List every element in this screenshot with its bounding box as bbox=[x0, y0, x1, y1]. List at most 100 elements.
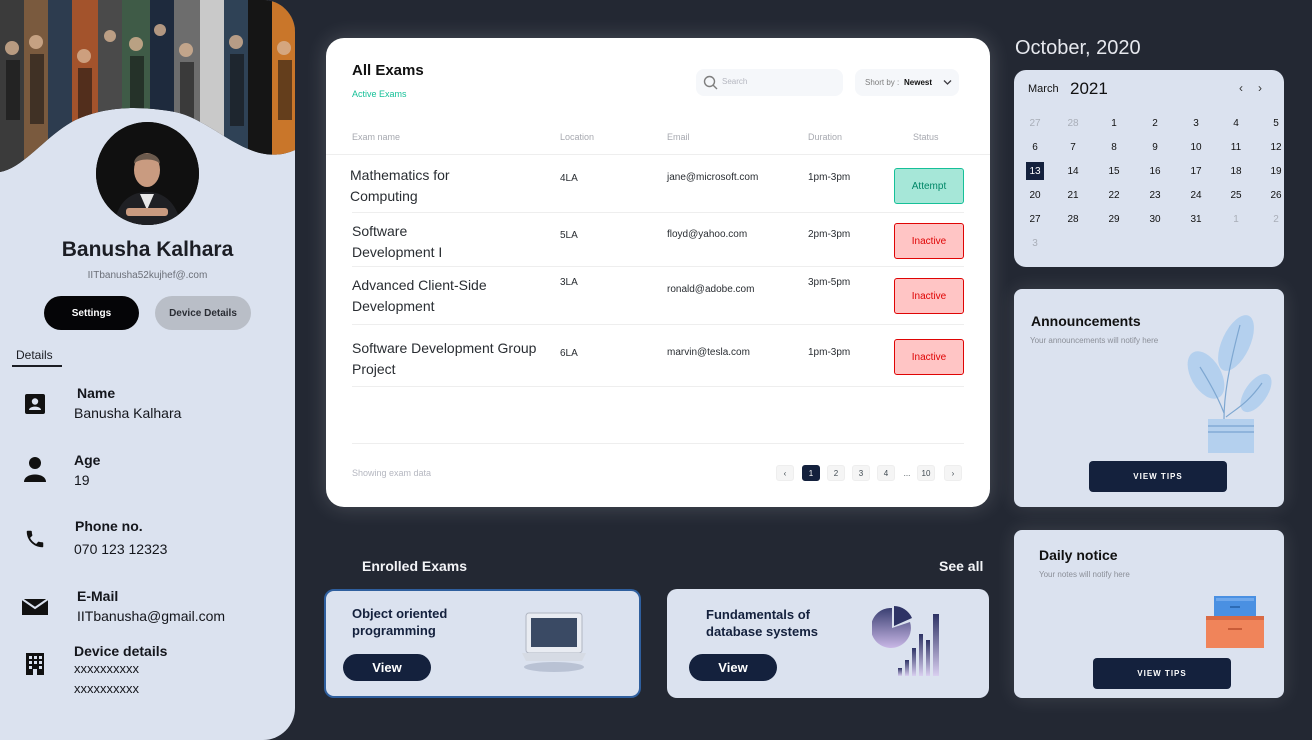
person-icon bbox=[22, 456, 48, 482]
calendar-day[interactable]: 5 bbox=[1267, 114, 1285, 132]
detail-phone-label: Phone no. bbox=[75, 518, 143, 534]
calendar-day[interactable]: 3 bbox=[1187, 114, 1205, 132]
calendar-day[interactable]: 30 bbox=[1146, 210, 1164, 228]
calendar-day[interactable]: 18 bbox=[1227, 162, 1245, 180]
exam-name: Advanced Client-Side Development bbox=[352, 277, 487, 314]
calendar-day[interactable]: 3 bbox=[1026, 234, 1044, 252]
exam-email: jane@microsoft.com bbox=[667, 172, 759, 183]
calendar-day[interactable]: 12 bbox=[1267, 138, 1285, 156]
sort-dropdown[interactable]: Short by : Newest bbox=[855, 69, 959, 96]
calendar-day[interactable]: 14 bbox=[1064, 162, 1082, 180]
pagination-page-2[interactable]: 2 bbox=[827, 465, 845, 481]
status-badge[interactable]: Inactive bbox=[894, 223, 964, 259]
calendar-day[interactable]: 2 bbox=[1146, 114, 1164, 132]
daily-notice-card: Daily notice Your notes will notify here… bbox=[1014, 530, 1284, 698]
plant-illustration bbox=[1187, 315, 1272, 453]
pagination-page-1[interactable]: 1 bbox=[802, 465, 820, 481]
course-title: Fundamentals of database systems bbox=[706, 607, 819, 639]
daily-notice-view-tips-button[interactable]: VIEW TIPS bbox=[1093, 658, 1231, 689]
daily-notice-subtitle: Your notes will notify here bbox=[1039, 570, 1130, 579]
profile-name: Banusha Kalhara bbox=[61, 238, 234, 261]
calendar-day[interactable]: 22 bbox=[1105, 186, 1123, 204]
details-tab-underline bbox=[12, 365, 62, 367]
pagination-page-3[interactable]: 3 bbox=[852, 465, 870, 481]
calendar-day[interactable]: 7 bbox=[1064, 138, 1082, 156]
device-details-button[interactable]: Device Details bbox=[155, 296, 251, 330]
course-card[interactable]: Fundamentals of database systems View bbox=[667, 589, 989, 698]
header-divider bbox=[326, 154, 990, 155]
detail-device-label: Device details bbox=[74, 643, 168, 659]
calendar-day[interactable]: 13 bbox=[1026, 162, 1044, 180]
calendar-day[interactable]: 6 bbox=[1026, 138, 1044, 156]
calendar-day[interactable]: 15 bbox=[1105, 162, 1123, 180]
calendar-day[interactable]: 23 bbox=[1146, 186, 1164, 204]
pagination-next[interactable]: › bbox=[944, 465, 962, 481]
calendar-day[interactable]: 16 bbox=[1146, 162, 1164, 180]
enrolled-exams-title: Enrolled Exams bbox=[362, 558, 468, 574]
sort-label: Short by : bbox=[865, 78, 900, 87]
calendar-prev-button[interactable]: ‹ bbox=[1239, 81, 1243, 95]
calendar-day[interactable]: 29 bbox=[1105, 210, 1123, 228]
details-tab[interactable]: Details bbox=[16, 348, 53, 362]
announcements-view-tips-button[interactable]: VIEW TIPS bbox=[1089, 461, 1227, 492]
calendar-day[interactable]: 2 bbox=[1267, 210, 1285, 228]
status-badge[interactable]: Inactive bbox=[894, 278, 964, 314]
row-divider bbox=[352, 212, 964, 213]
calendar-day[interactable]: 28 bbox=[1064, 210, 1082, 228]
detail-email: E-Mail IITbanusha@gmail.com bbox=[0, 586, 295, 626]
calendar-day[interactable]: 24 bbox=[1187, 186, 1205, 204]
calendar-day[interactable]: 1 bbox=[1105, 114, 1123, 132]
calendar-day[interactable]: 9 bbox=[1146, 138, 1164, 156]
calendar-day[interactable]: 19 bbox=[1267, 162, 1285, 180]
detail-email-value: IITbanusha@gmail.com bbox=[77, 608, 226, 624]
announcements-card: Announcements Your announcements will no… bbox=[1014, 289, 1284, 507]
calendar-day[interactable]: 20 bbox=[1026, 186, 1044, 204]
avatar[interactable] bbox=[96, 122, 199, 225]
course-view-button[interactable]: View bbox=[689, 654, 777, 681]
pagination-page-10[interactable]: 10 bbox=[917, 465, 935, 481]
calendar-day[interactable]: 27 bbox=[1026, 114, 1044, 132]
exam-location: 4LA bbox=[560, 173, 578, 184]
exam-location: 5LA bbox=[560, 230, 578, 241]
status-badge[interactable]: Attempt bbox=[894, 168, 964, 204]
calendar-day[interactable]: 31 bbox=[1187, 210, 1205, 228]
see-all-link[interactable]: See all bbox=[939, 558, 983, 574]
exam-name: Mathematics for Computing bbox=[350, 167, 450, 204]
search-input[interactable]: Search bbox=[696, 69, 843, 96]
calendar-day[interactable]: 21 bbox=[1064, 186, 1082, 204]
exam-name: Software Development I bbox=[352, 223, 443, 260]
course-title: Object oriented programming bbox=[352, 606, 448, 638]
exam-duration: 2pm-3pm bbox=[808, 229, 851, 240]
pagination-prev[interactable]: ‹ bbox=[776, 465, 794, 481]
exam-location: 6LA bbox=[560, 348, 578, 359]
calendar-year: 2021 bbox=[1070, 79, 1108, 98]
pagination-page-4[interactable]: 4 bbox=[877, 465, 895, 481]
detail-email-label: E-Mail bbox=[77, 588, 119, 604]
chevron-down-icon bbox=[943, 80, 952, 85]
detail-device-value-2: xxxxxxxxxx bbox=[74, 681, 139, 696]
showing-text: Showing exam data bbox=[352, 468, 432, 478]
status-badge[interactable]: Inactive bbox=[894, 339, 964, 375]
phone-icon bbox=[22, 526, 48, 552]
calendar-day[interactable]: 4 bbox=[1227, 114, 1245, 132]
row-divider bbox=[352, 386, 964, 387]
calendar-day[interactable]: 26 bbox=[1267, 186, 1285, 204]
course-view-button[interactable]: View bbox=[343, 654, 431, 681]
calendar-day[interactable]: 27 bbox=[1026, 210, 1044, 228]
calendar-day[interactable]: 28 bbox=[1064, 114, 1082, 132]
building-icon bbox=[22, 650, 48, 676]
course-card[interactable]: Object oriented programming View bbox=[324, 589, 641, 698]
calendar-day[interactable]: 25 bbox=[1227, 186, 1245, 204]
announcements-subtitle: Your announcements will notify here bbox=[1030, 336, 1159, 345]
calendar-day[interactable]: 8 bbox=[1105, 138, 1123, 156]
all-exams-card: All Exams Active Exams Search Short by :… bbox=[326, 38, 990, 507]
calendar-next-button[interactable]: › bbox=[1258, 81, 1262, 95]
search-icon bbox=[703, 75, 718, 90]
detail-name-value: Banusha Kalhara bbox=[74, 405, 182, 421]
calendar-day[interactable]: 11 bbox=[1227, 138, 1245, 156]
daily-notice-title: Daily notice bbox=[1039, 547, 1118, 563]
calendar-day[interactable]: 17 bbox=[1187, 162, 1205, 180]
calendar-day[interactable]: 10 bbox=[1187, 138, 1205, 156]
settings-button[interactable]: Settings bbox=[44, 296, 139, 330]
calendar-day[interactable]: 1 bbox=[1227, 210, 1245, 228]
